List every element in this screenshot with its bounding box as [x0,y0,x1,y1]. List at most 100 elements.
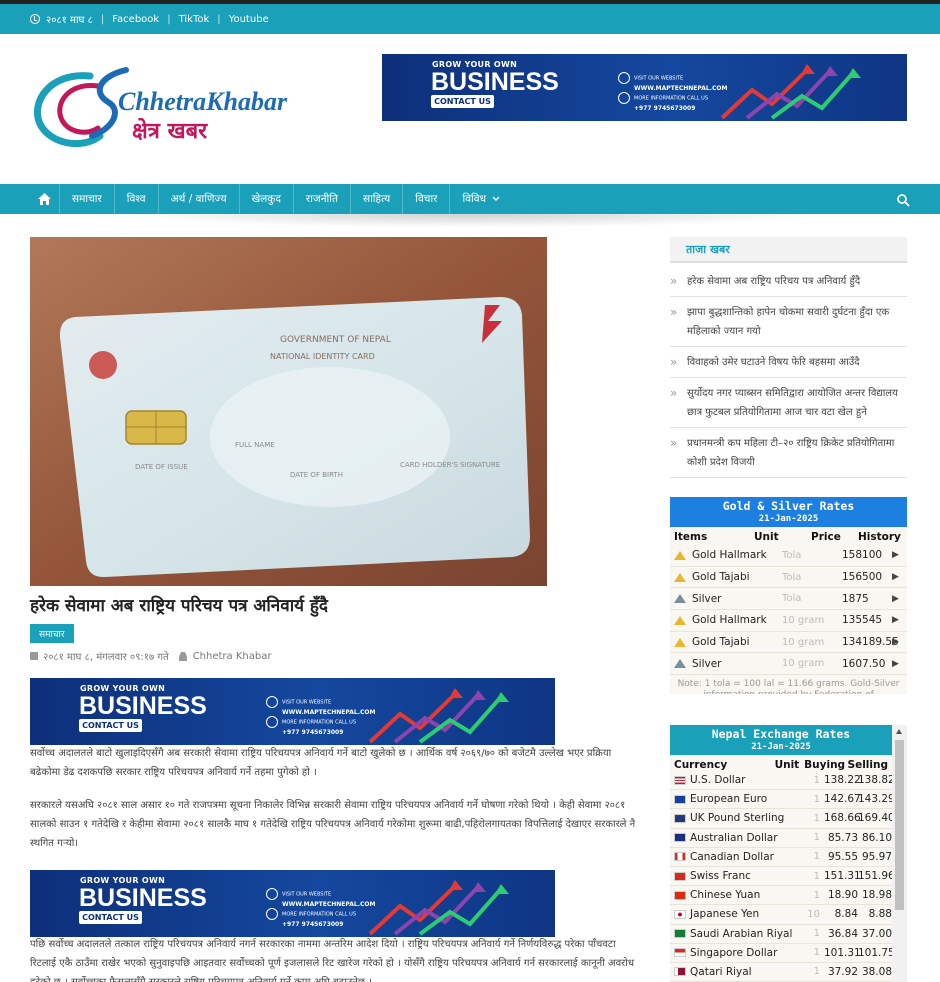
history-play-icon[interactable]: ▶ [892,572,907,582]
fx-currency: Canadian Dollar [674,851,804,863]
fx-sell: 8.88 [868,908,892,921]
search-button[interactable] [897,192,910,211]
nav-item-opinion[interactable]: विचार [403,184,451,214]
fx-sell: 37.00 [861,927,892,940]
fx-currency: Japanese Yen [674,908,804,920]
scrollbar-thumb[interactable] [895,740,904,910]
fx-sell: 18.98 [861,889,892,902]
clock-icon [30,14,40,24]
id-card-image: GOVERNMENT OF NEPAL NATIONAL IDENTITY CA… [30,237,547,586]
fx-row: Chinese Yuan 1 18.90 18.98 [670,886,892,906]
article-headline: हरेक सेवामा अब राष्ट्रिय परिचय पत्र अनिव… [30,596,328,616]
col-currency: Currency [674,759,728,771]
tiktok-link[interactable]: TikTok [179,14,210,25]
category-badge[interactable]: समाचार [30,624,74,643]
scroll-up-icon[interactable] [896,729,902,734]
news-link[interactable]: विवाहको उमेर घटाउने विषय फेरि बहसमा आउँद… [670,353,907,378]
fx-sell: 169.40 [858,812,895,825]
svg-text:DATE OF ISSUE: DATE OF ISSUE [135,463,188,471]
news-link[interactable]: सुर्योदय नगर प्याब्सन समितिद्वारा आयोजित… [670,384,907,428]
gold-item: Silver [674,658,782,670]
gold-item-name: Gold Hallmark [692,614,767,627]
gold-item-name: Silver [692,657,722,670]
ch-flag-icon [674,871,686,881]
news-link[interactable]: हरेक सेवामा अब राष्ट्रिय परिचय पत्र अनिव… [670,272,907,297]
nav-item-economy[interactable]: अर्थ / वाणिज्य [159,184,240,214]
jp-flag-icon [674,909,686,919]
fx-currency-name: Singapore Dollar [690,946,778,959]
site-logo[interactable]: ChhetraKhabar क्षेत्र खबर [30,62,320,162]
home-button[interactable] [30,184,60,214]
nav-item-politics[interactable]: राजनीति [294,184,351,214]
nav-item-misc[interactable]: विविध [450,184,512,214]
history-play-icon[interactable]: ▶ [892,637,907,647]
separator: | [167,13,171,25]
growth-arrows-icon [720,64,861,120]
fx-buy: 168.66 [824,812,861,825]
fx-table-body: U.S. Dollar 1 138.22 138.82 European Euro 1 14… [670,771,907,982]
col-selling: Selling [847,759,888,771]
banner-more: MORE INFORMATION CALL US [282,719,357,726]
nav-item-sports[interactable]: खेलकुद [240,184,294,214]
news-link[interactable]: प्रधानमन्त्री कप महिला टी–२० राष्ट्रिय क… [670,434,907,478]
fx-scrollbar[interactable] [892,725,907,982]
banner-visit: VISIT OUR WEBSITE [282,891,332,898]
fx-currency-name: Saudi Arabian Riyal [690,927,793,940]
youtube-link[interactable]: Youtube [229,14,269,25]
fx-currency-name: Chinese Yuan [690,889,761,902]
top-date: २०८१ माघ ८ [46,15,93,26]
nav-item-literature[interactable]: साहित्य [351,184,404,214]
fx-currency-name: Canadian Dollar [690,850,774,863]
fx-sell: 143.29 [858,793,895,806]
banner-contact-button[interactable]: CONTACT US [431,95,494,108]
col-unit: Unit [754,531,779,543]
gold-icon [674,550,686,560]
nav-item-world[interactable]: विश्व [115,184,159,214]
header-ad-banner[interactable]: GROW YOUR OWN BUSINESS CONTACT US VISIT … [382,54,907,121]
fx-sell: 138.82 [858,774,895,787]
inline-ad-banner[interactable]: GROW YOUR OWN BUSINESS CONTACT US VISIT … [30,678,555,745]
fx-unit: 1 [813,928,820,940]
article-author[interactable]: Chhetra Khabar [193,651,272,662]
growth-arrows-icon [368,880,509,936]
fx-widget-header: Nepal Exchange Rates 21-Jan-2025 [670,725,892,755]
news-link[interactable]: झापा बुद्धशान्तिको हापेन चोकमा सवारी दुर… [670,303,907,347]
fx-row: U.S. Dollar 1 138.22 138.82 [670,771,895,791]
silver-icon [674,594,686,604]
globe-icon [266,696,278,708]
fx-row: European Euro 1 142.67 143.29 [670,790,895,810]
separator: | [217,13,221,25]
gold-price: 1875 [842,592,869,605]
gold-price: 1607.50 [842,657,886,670]
gold-price: 156500 [842,571,883,584]
gold-icon [674,637,686,647]
article-image[interactable]: GOVERNMENT OF NEPAL NATIONAL IDENTITY CA… [30,237,547,586]
gold-row: Gold Hallmark Tola 158100 ▶ [670,545,907,567]
banner-contact-button[interactable]: CONTACT US [79,719,142,732]
inline-ad-banner[interactable]: GROW YOUR OWN BUSINESS CONTACT US VISIT … [30,870,555,937]
history-play-icon[interactable]: ▶ [892,550,907,560]
history-play-icon[interactable]: ▶ [892,615,907,625]
gold-silver-widget: Gold & Silver Rates 21-Jan-2025 Items Un… [670,497,907,694]
banner-business: BUSINESS [79,692,207,720]
gold-row: Silver Tola 1875 ▶ [670,588,907,611]
banner-contact-button[interactable]: CONTACT US [79,911,142,924]
facebook-link[interactable]: Facebook [112,14,159,25]
history-play-icon[interactable]: ▶ [892,659,907,669]
calendar-icon [30,652,38,660]
fx-buy: 95.55 [827,850,858,863]
fx-unit: 1 [813,889,820,901]
uk-flag-icon [674,813,686,823]
fx-row: UK Pound Sterling 1 168.66 169.40 [670,809,895,829]
globe-icon [266,888,278,900]
article-date: २०८१ माघ ८, मंगलवार ०९:१७ गते [43,652,169,663]
fx-sell: 95.97 [861,850,892,863]
nav-item-news[interactable]: समाचार [60,184,115,214]
history-play-icon[interactable]: ▶ [892,594,907,604]
fx-currency: Swiss Franc [674,870,804,882]
fx-sell: 86.10 [861,831,892,844]
gold-row: Silver 10 gram 1607.50 ▶ [670,653,907,676]
gold-widget-header: Gold & Silver Rates 21-Jan-2025 [670,497,907,527]
svg-text:GOVERNMENT OF NEPAL: GOVERNMENT OF NEPAL [280,335,391,345]
fx-widget-title: Nepal Exchange Rates [711,727,851,741]
